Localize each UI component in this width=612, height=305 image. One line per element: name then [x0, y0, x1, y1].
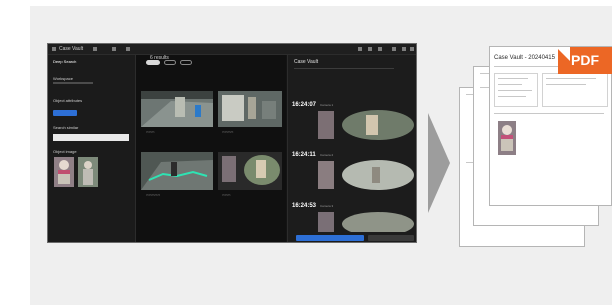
- sidebar: Deep Search Workspace Object attributes …: [48, 55, 136, 242]
- doc-info-line: [498, 84, 522, 85]
- doc-info-line: [498, 90, 532, 91]
- plus-icon[interactable]: [126, 47, 130, 51]
- timeline-time-2: 16:24:11: [292, 152, 316, 158]
- arrow-right-icon: [428, 113, 450, 213]
- document-title: Case Vault - 20240415: [494, 55, 555, 61]
- result-4-caption: ▭▭▭: [222, 193, 231, 197]
- grid-icon[interactable]: [112, 47, 116, 51]
- timeline-label-2: Camera 2: [320, 153, 334, 157]
- case-panel: Case Vault 16:24:07 Camera 1 16:24:11 Ca…: [287, 55, 416, 242]
- export-button[interactable]: [296, 235, 364, 241]
- timeline-clip-3[interactable]: [318, 210, 416, 232]
- sidebar-workspace-value: [53, 82, 93, 84]
- doc-object-image: [498, 121, 516, 155]
- doc-info-line: [498, 78, 528, 79]
- case-panel-subtitle-bar: [294, 68, 394, 69]
- timeline-clip-2[interactable]: [318, 159, 416, 191]
- doc-info-line: [546, 78, 596, 79]
- results-area: 6 results ▭▭▭ ▭▭▭▭ ▭▭▭▭▭ ▭▭▭: [136, 55, 286, 242]
- sidebar-workspace-label: Workspace: [53, 76, 73, 81]
- bell-icon[interactable]: [368, 47, 372, 51]
- sidebar-apply-button[interactable]: [53, 110, 77, 116]
- result-3-caption: ▭▭▭▭▭: [146, 193, 161, 197]
- result-1-caption: ▭▭▭: [146, 130, 155, 134]
- camera-result-3[interactable]: [141, 152, 213, 190]
- app-window-title: Case Vault: [59, 46, 84, 52]
- timeline-time-3: 16:24:53: [292, 203, 317, 209]
- timeline-label-3: Camera 3: [320, 204, 334, 208]
- app-topbar: Case Vault: [48, 44, 416, 55]
- doc-info-box-right: [542, 73, 608, 107]
- case-panel-title: Case Vault: [294, 59, 319, 65]
- timeline-time-1: 16:24:07: [292, 102, 317, 108]
- tab-all[interactable]: [146, 60, 160, 65]
- doc-info-line: [546, 84, 586, 85]
- cancel-button[interactable]: [368, 235, 414, 241]
- camera-result-1[interactable]: [141, 91, 213, 127]
- minimize-icon[interactable]: [392, 47, 396, 51]
- timeline-clip-1[interactable]: [318, 109, 416, 141]
- doc-info-box-left: [494, 73, 538, 107]
- sidebar-similar-label: Search similar: [53, 125, 79, 130]
- maximize-icon[interactable]: [402, 47, 406, 51]
- app-window: Case Vault Deep Search Workspace Object …: [47, 43, 417, 243]
- camera-result-4[interactable]: [218, 152, 282, 190]
- search-icon[interactable]: [358, 47, 362, 51]
- result-2-caption: ▭▭▭▭: [222, 130, 234, 134]
- object-thumbnail-1[interactable]: [54, 157, 74, 187]
- home-icon[interactable]: [93, 47, 97, 51]
- sidebar-search-input[interactable]: [53, 134, 129, 141]
- tab-face[interactable]: [164, 60, 176, 65]
- timeline-label-1: Camera 1: [320, 103, 334, 107]
- close-icon[interactable]: [410, 47, 414, 51]
- doc-info-line: [498, 96, 526, 97]
- doc-divider-2: [494, 113, 604, 114]
- sidebar-object-image-label: Object image: [53, 149, 77, 154]
- pdf-corner-fold: [556, 47, 570, 61]
- tab-body[interactable]: [180, 60, 192, 65]
- camera-result-2[interactable]: [218, 91, 282, 127]
- object-thumbnail-2[interactable]: [78, 157, 98, 187]
- logo-icon: [52, 47, 56, 51]
- user-icon[interactable]: [378, 47, 382, 51]
- sidebar-attributes-label: Object attributes: [53, 98, 83, 103]
- sidebar-heading: Deep Search: [53, 59, 77, 64]
